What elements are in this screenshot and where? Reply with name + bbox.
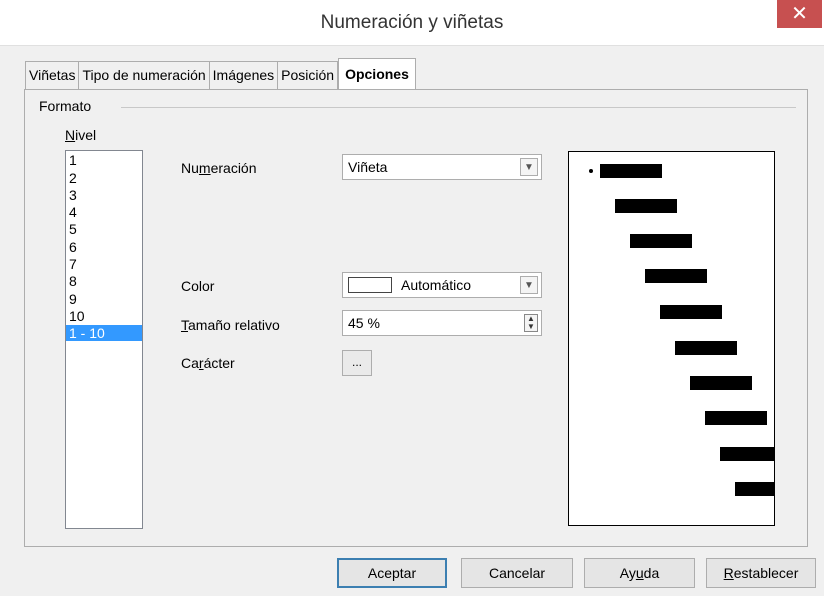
preview-line	[735, 482, 774, 496]
relative-size-value: 45 %	[348, 315, 380, 331]
level-item[interactable]: 5	[66, 221, 142, 237]
frame-divider	[121, 107, 796, 108]
numbering-value: Viñeta	[348, 159, 388, 175]
preview-line	[720, 447, 774, 461]
select-character-button[interactable]: ...	[342, 350, 372, 376]
numbering-select[interactable]: Viñeta ▼	[342, 154, 542, 180]
preview-line	[630, 234, 692, 248]
tab-posicion[interactable]: Posición	[278, 61, 339, 89]
level-item-selected[interactable]: 1 - 10	[66, 325, 142, 342]
chevron-down-icon[interactable]: ▼	[520, 158, 538, 176]
color-select[interactable]: Automático ▼	[342, 272, 542, 298]
help-button[interactable]: Ayuda	[584, 558, 695, 588]
numbering-label: Numeración	[181, 160, 257, 176]
tab-opciones[interactable]: Opciones	[338, 58, 416, 89]
ok-button[interactable]: Aceptar	[337, 558, 447, 588]
color-value: Automático	[401, 277, 472, 293]
preview-line	[615, 199, 677, 213]
bullet-icon	[589, 169, 593, 173]
cancel-button[interactable]: Cancelar	[461, 558, 573, 588]
tab-tipo-de-numeracion[interactable]: Tipo de numeración	[79, 61, 210, 89]
relative-size-label: Tamaño relativo	[181, 317, 280, 333]
window-title: Numeración y viñetas	[320, 12, 504, 33]
preview-line	[705, 411, 767, 425]
level-item[interactable]: 1	[66, 152, 142, 168]
spinner-arrows-icon[interactable]: ▲ ▼	[524, 314, 538, 332]
format-frame-label: Formato	[39, 98, 96, 114]
level-item[interactable]: 6	[66, 239, 142, 255]
character-label: Carácter	[181, 355, 235, 371]
color-swatch	[348, 277, 392, 293]
level-item[interactable]: 7	[66, 256, 142, 272]
preview-line	[600, 164, 662, 178]
preview-line	[690, 376, 752, 390]
level-item[interactable]: 3	[66, 187, 142, 203]
close-icon: ✕	[791, 1, 808, 25]
close-button[interactable]: ✕	[777, 0, 822, 28]
chevron-down-icon[interactable]: ▼	[520, 276, 538, 294]
level-label: Nivel	[65, 127, 97, 143]
preview-line	[675, 341, 737, 355]
bullet-preview	[568, 151, 775, 526]
tab-bar: Viñetas Tipo de numeración Imágenes Posi…	[25, 58, 416, 89]
level-item[interactable]: 4	[66, 204, 142, 220]
level-item[interactable]: 9	[66, 291, 142, 307]
options-panel: Formato Nivel 1 2 3 4 5 6 7 8 9 10 1 - 1…	[24, 89, 808, 547]
tab-imagenes[interactable]: Imágenes	[209, 61, 279, 89]
level-item[interactable]: 2	[66, 170, 142, 186]
level-list[interactable]: 1 2 3 4 5 6 7 8 9 10 1 - 10	[65, 150, 143, 529]
color-label: Color	[181, 278, 215, 294]
reset-button[interactable]: Restablecer	[706, 558, 816, 588]
relative-size-spinner[interactable]: 45 % ▲ ▼	[342, 310, 542, 336]
preview-line	[645, 269, 707, 283]
preview-line	[660, 305, 722, 319]
level-item[interactable]: 10	[66, 308, 142, 324]
level-item[interactable]: 8	[66, 273, 142, 289]
tab-vinetas[interactable]: Viñetas	[25, 61, 80, 89]
title-bar: Numeración y viñetas ✕	[0, 0, 824, 46]
